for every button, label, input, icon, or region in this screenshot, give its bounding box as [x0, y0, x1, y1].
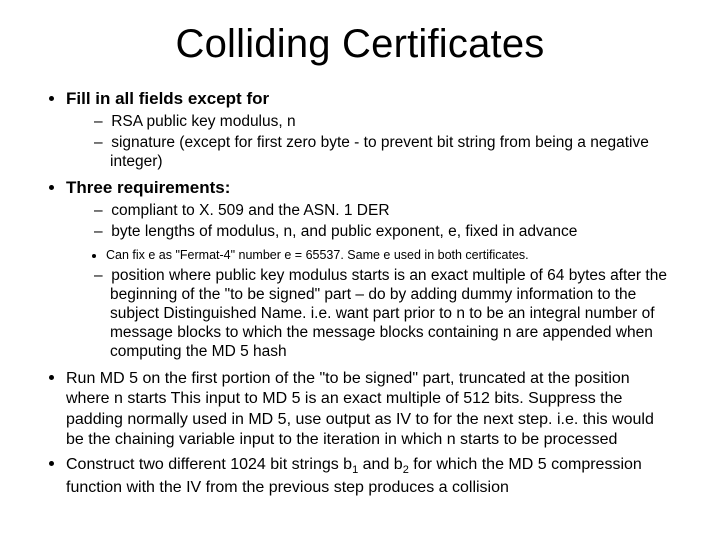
bullet-fill-in-header: Fill in all fields except for [66, 89, 269, 108]
subitem-x509: compliant to X. 509 and the ASN. 1 DER [94, 202, 676, 221]
construct-mid: and b [358, 456, 402, 473]
bullet-fill-in: Fill in all fields except for RSA public… [66, 89, 676, 172]
sublist-three-reqs: compliant to X. 509 and the ASN. 1 DER b… [66, 202, 676, 242]
bullet-run-md5: Run MD 5 on the first portion of the "to… [66, 368, 676, 450]
subitem-signature: signature (except for first zero byte - … [94, 134, 676, 172]
subitem-byte-lengths: byte lengths of modulus, n, and public e… [94, 223, 676, 242]
bullet-run-md5-text: Run MD 5 on the first portion of the "to… [66, 370, 654, 449]
note-fermat4: Can fix e as "Fermat-4" number e = 65537… [106, 248, 676, 264]
slide: Colliding Certificates Fill in all field… [0, 0, 720, 540]
bullet-construct-strings: Construct two different 1024 bit strings… [66, 454, 676, 498]
sublist-fill-in: RSA public key modulus, n signature (exc… [66, 113, 676, 172]
note-list: Can fix e as "Fermat-4" number e = 65537… [66, 248, 676, 264]
slide-title: Colliding Certificates [44, 22, 676, 67]
bullet-construct-text: Construct two different 1024 bit strings… [66, 456, 642, 497]
subitem-position-modulus: position where public key modulus starts… [94, 267, 676, 362]
construct-pre: Construct two different 1024 bit strings… [66, 456, 352, 473]
sublist-three-reqs-2: position where public key modulus starts… [66, 267, 676, 362]
bullet-three-reqs-header: Three requirements: [66, 178, 230, 197]
subitem-rsa-modulus: RSA public key modulus, n [94, 113, 676, 132]
bullet-three-reqs: Three requirements: compliant to X. 509 … [66, 178, 676, 362]
bullet-list: Fill in all fields except for RSA public… [44, 89, 676, 498]
